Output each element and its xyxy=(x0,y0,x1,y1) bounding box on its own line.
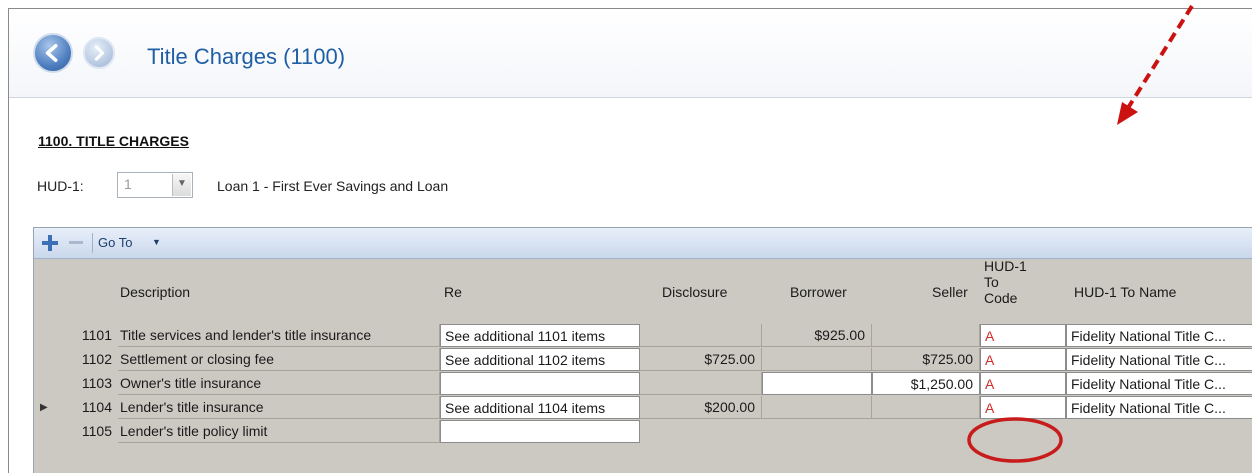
hud-label: HUD-1: xyxy=(37,178,84,194)
hud-select-dropdown-button[interactable]: ▼ xyxy=(172,174,191,196)
arrow-right-icon xyxy=(94,45,105,61)
col-header-hud-code-line3: Code xyxy=(984,290,1018,306)
hud-code-cell[interactable]: A xyxy=(980,396,1066,419)
disclosure-cell[interactable] xyxy=(640,324,762,347)
re-cell[interactable] xyxy=(440,372,640,395)
seller-cell[interactable]: $725.00 xyxy=(872,348,980,371)
disclosure-cell[interactable]: $725.00 xyxy=(640,348,762,371)
re-cell[interactable]: See additional 1102 items xyxy=(440,348,640,371)
description-cell[interactable]: Title services and lender's title insura… xyxy=(118,324,440,347)
title-charges-grid: Go To ▼ Description Re Disclosure Borrow… xyxy=(33,227,1252,473)
disclosure-cell[interactable]: $200.00 xyxy=(640,396,762,419)
chevron-down-icon: ▼ xyxy=(177,178,187,189)
description-cell[interactable]: Lender's title insurance xyxy=(118,396,440,419)
forward-button[interactable] xyxy=(83,37,115,69)
row-number: 1105 xyxy=(81,423,112,439)
col-header-hud-code[interactable]: HUD-1 To Code xyxy=(984,258,1027,330)
loan-text: Loan 1 - First Ever Savings and Loan xyxy=(217,178,449,194)
description-cell[interactable]: Settlement or closing fee xyxy=(118,348,440,371)
add-row-icon[interactable] xyxy=(40,233,60,253)
row-number: 1104 xyxy=(81,399,112,415)
row-number: 1103 xyxy=(81,375,112,391)
col-header-hud-code-line1: HUD-1 xyxy=(984,258,1027,274)
borrower-cell[interactable] xyxy=(762,372,872,395)
hud-name-cell[interactable]: Fidelity National Title C... xyxy=(1066,348,1252,371)
borrower-cell[interactable]: $925.00 xyxy=(762,324,872,347)
hud-name-cell[interactable]: Fidelity National Title C... xyxy=(1066,372,1252,395)
description-cell[interactable]: Lender's title policy limit xyxy=(118,420,440,443)
toolbar-divider xyxy=(92,233,93,253)
table-row[interactable]: 1105 Lender's title policy limit xyxy=(34,420,1252,444)
disclosure-cell[interactable] xyxy=(640,372,762,395)
hud-name-cell[interactable]: Fidelity National Title C... xyxy=(1066,324,1252,347)
hud-name-cell[interactable]: Fidelity National Title C... xyxy=(1066,396,1252,419)
row-number: 1102 xyxy=(81,351,112,367)
window: Title Charges (1100) 1100. TITLE CHARGES… xyxy=(8,8,1252,473)
hud-select-value: 1 xyxy=(124,176,132,192)
grid-toolbar: Go To ▼ xyxy=(34,228,1252,259)
re-cell[interactable] xyxy=(440,420,640,443)
borrower-cell[interactable] xyxy=(762,396,872,419)
hud-select[interactable]: 1 ▼ xyxy=(117,172,193,198)
description-cell[interactable]: Owner's title insurance xyxy=(118,372,440,395)
seller-cell[interactable]: $1,250.00 xyxy=(872,372,980,395)
table-row[interactable]: 1103 Owner's title insurance $1,250.00 A… xyxy=(34,372,1252,396)
page-title: Title Charges (1100) xyxy=(147,44,346,69)
re-cell[interactable]: See additional 1101 items xyxy=(440,324,640,347)
page-header: Title Charges (1100) xyxy=(9,9,1252,98)
col-header-hud-code-line2: To xyxy=(984,274,999,290)
hud-code-cell[interactable]: A xyxy=(980,372,1066,395)
goto-button[interactable]: Go To xyxy=(98,235,132,250)
re-cell[interactable]: See additional 1104 items xyxy=(440,396,640,419)
seller-cell[interactable] xyxy=(872,324,980,347)
back-button[interactable] xyxy=(33,33,73,73)
table-row[interactable]: 1102 Settlement or closing fee See addit… xyxy=(34,348,1252,372)
table-row[interactable]: ▶ 1104 Lender's title insurance See addi… xyxy=(34,396,1252,420)
seller-cell[interactable] xyxy=(872,396,980,419)
section-title: 1100. TITLE CHARGES xyxy=(38,133,189,149)
borrower-cell[interactable] xyxy=(762,348,872,371)
hud-code-cell[interactable]: A xyxy=(980,348,1066,371)
table-row[interactable]: 1101 Title services and lender's title i… xyxy=(34,324,1252,348)
row-number: 1101 xyxy=(81,327,112,343)
remove-row-icon[interactable] xyxy=(66,233,86,253)
hud-code-cell[interactable]: A xyxy=(980,324,1066,347)
goto-dropdown-icon[interactable]: ▼ xyxy=(152,237,161,247)
arrow-left-icon xyxy=(45,44,58,62)
